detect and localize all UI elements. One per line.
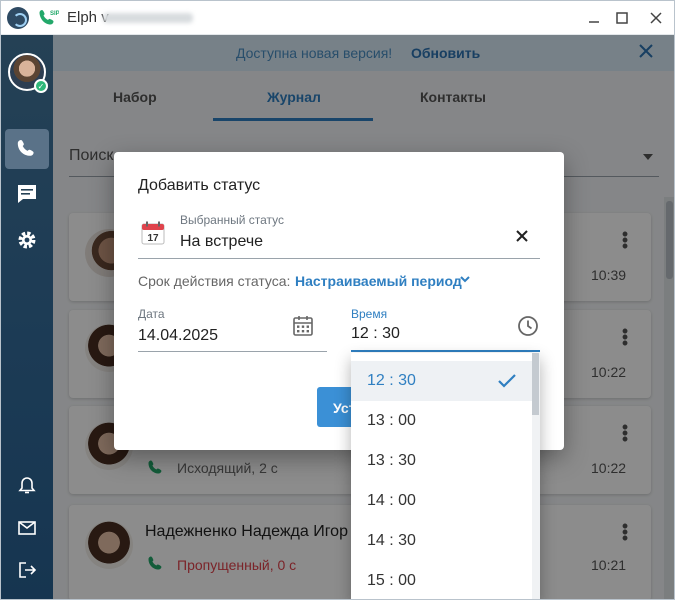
sidebar-item-settings[interactable] — [5, 220, 49, 260]
time-option[interactable]: 15 : 00 — [351, 561, 532, 599]
sip-phone-icon: SIP — [39, 10, 59, 25]
check-icon — [498, 374, 516, 388]
time-option-label: 12 : 30 — [367, 372, 416, 389]
date-label: Дата — [138, 307, 165, 321]
date-picker-icon[interactable] — [292, 315, 314, 337]
time-field[interactable]: 12 : 30 — [351, 325, 400, 343]
time-option-label: 13 : 00 — [367, 412, 416, 429]
date-field[interactable]: 14.04.2025 — [138, 327, 218, 345]
chat-icon — [18, 185, 36, 203]
date-field-underline — [138, 351, 327, 352]
time-option[interactable]: 12 : 30 — [351, 361, 532, 401]
time-field-underline — [351, 350, 540, 352]
selected-status-label: Выбранный статус — [180, 213, 285, 227]
time-option-label: 15 : 00 — [367, 572, 416, 589]
svg-text:17: 17 — [147, 233, 159, 244]
selected-status-value[interactable]: На встрече — [180, 233, 263, 251]
close-icon — [650, 12, 662, 24]
maximize-button[interactable] — [607, 5, 637, 31]
close-window-button[interactable] — [641, 5, 671, 31]
time-dropdown: 12 : 30 13 : 00 13 : 30 14 : 00 14 : 30 … — [351, 353, 540, 599]
svg-text:SIP: SIP — [50, 11, 59, 17]
chevron-down-icon[interactable] — [459, 273, 471, 287]
minimize-icon — [589, 21, 599, 23]
validity-label: Срок действия статуса: — [138, 273, 291, 289]
sidebar-item-messages[interactable] — [5, 174, 49, 214]
clear-status-icon[interactable] — [514, 228, 530, 244]
time-option[interactable]: 13 : 00 — [351, 401, 532, 441]
sidebar: ✓ — [1, 35, 53, 599]
validity-dropdown[interactable]: Настраиваемый период — [295, 273, 462, 289]
logout-icon — [19, 562, 37, 578]
dialog-title: Добавить статус — [138, 177, 261, 194]
online-status-icon: ✓ — [34, 79, 48, 93]
time-option[interactable]: 14 : 30 — [351, 521, 532, 561]
app-window: SIP Elph v ✓ Доступна новая версия! Обно… — [0, 0, 675, 600]
app-logo-icon — [7, 7, 29, 29]
time-option[interactable]: 14 : 00 — [351, 481, 532, 521]
title-blurred-version — [103, 13, 193, 23]
gear-icon — [18, 231, 36, 249]
time-option-label: 14 : 30 — [367, 532, 416, 549]
time-dropdown-scroll-thumb[interactable] — [532, 353, 539, 415]
mail-icon — [18, 521, 36, 535]
clock-icon[interactable] — [517, 315, 539, 337]
title-bar: SIP Elph v — [1, 1, 674, 35]
maximize-icon — [616, 12, 628, 24]
time-option-label: 14 : 00 — [367, 492, 416, 509]
sidebar-item-notifications[interactable] — [5, 466, 49, 506]
time-option[interactable]: 13 : 30 — [351, 441, 532, 481]
sidebar-item-logout[interactable] — [5, 550, 49, 590]
status-field-underline — [138, 258, 540, 259]
phone-icon — [17, 140, 34, 156]
time-option-label: 13 : 30 — [367, 452, 416, 469]
bell-icon — [18, 477, 36, 494]
minimize-button[interactable] — [579, 5, 609, 31]
calendar-status-icon: 17 — [141, 221, 165, 245]
sidebar-item-calls[interactable] — [5, 129, 49, 169]
sidebar-item-mail[interactable] — [5, 508, 49, 548]
time-label: Время — [351, 307, 388, 321]
